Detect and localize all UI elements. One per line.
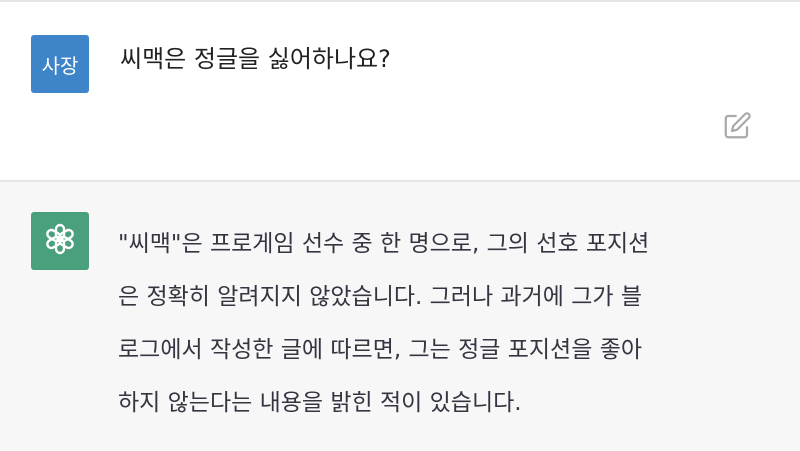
openai-logo-icon bbox=[42, 221, 78, 261]
assistant-message-line: 로그에서 작성한 글에 따르면, 그는 정글 포지션을 좋아 bbox=[118, 337, 643, 363]
user-message-block: 사장 씨맥은 정글을 싫어하나요? bbox=[0, 2, 800, 182]
assistant-message-line: 하지 않는다는 내용을 밝힌 적이 있습니다. bbox=[118, 390, 522, 416]
user-avatar: 사장 bbox=[31, 35, 89, 93]
assistant-avatar bbox=[31, 212, 89, 270]
assistant-message-text: "씨맥"은 프로게임 선수 중 한 명으로, 그의 선호 포지션 은 정확히 알… bbox=[118, 218, 768, 430]
assistant-message-line: 은 정확히 알려지지 않았습니다. 그러나 과거에 그가 블 bbox=[118, 284, 643, 310]
user-message-text: 씨맥은 정글을 싫어하나요? bbox=[120, 45, 391, 73]
edit-icon bbox=[722, 111, 752, 145]
edit-message-button[interactable] bbox=[720, 111, 754, 145]
assistant-message-line: "씨맥"은 프로게임 선수 중 한 명으로, 그의 선호 포지션 bbox=[118, 231, 650, 257]
